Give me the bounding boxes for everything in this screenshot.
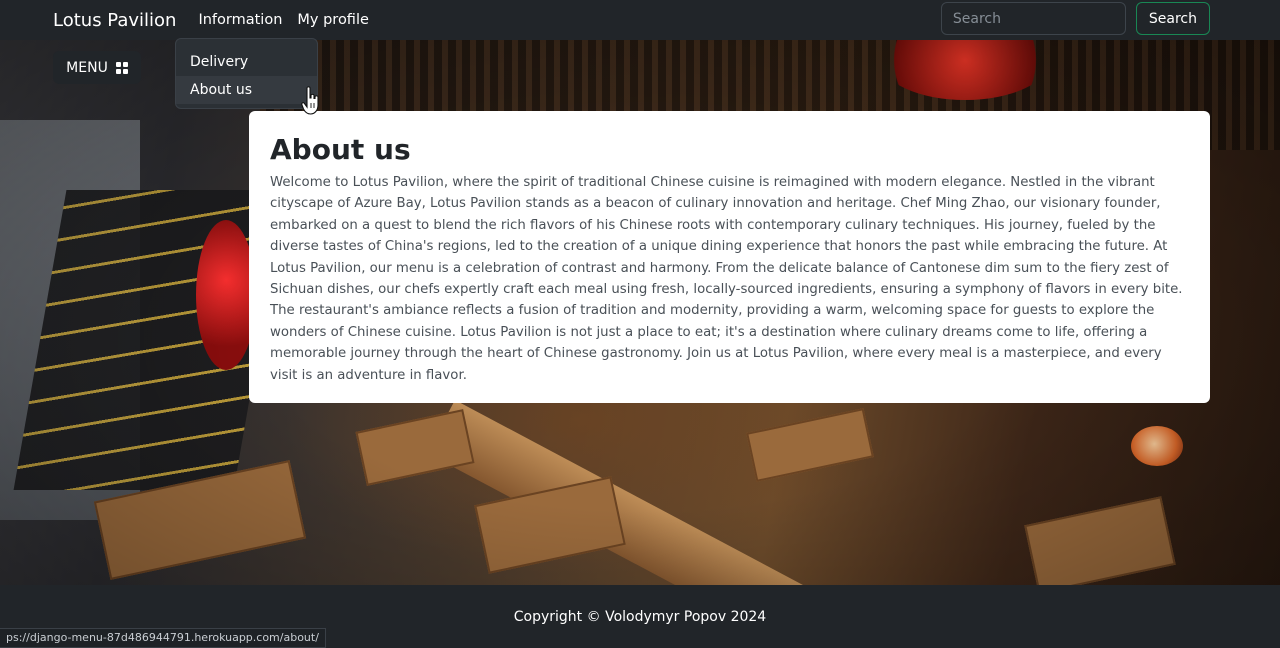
hand-pointer-icon (301, 86, 319, 115)
menu-button[interactable]: MENU (53, 51, 141, 84)
grid-icon (115, 61, 128, 74)
brand-link[interactable]: Lotus Pavilion (53, 10, 176, 31)
about-text: Welcome to Lotus Pavilion, where the spi… (270, 175, 1183, 383)
navbar: Lotus Pavilion Information My profile Se… (0, 0, 1280, 40)
information-dropdown-menu: Delivery About us (175, 38, 318, 109)
status-bar-url: ps://django-menu-87d486944791.herokuapp.… (0, 628, 326, 648)
search-form: Search (940, 2, 1210, 35)
dropdown-item-delivery[interactable]: Delivery (176, 48, 317, 76)
nav-link-my-profile[interactable]: My profile (297, 12, 369, 28)
nav-link-information[interactable]: Information (198, 12, 282, 28)
search-button[interactable]: Search (1135, 2, 1210, 35)
dropdown-item-about-us[interactable]: About us (176, 76, 317, 104)
about-card: About us Welcome to Lotus Pavilion, wher… (249, 111, 1210, 403)
page-title: About us (270, 133, 411, 166)
menu-button-label: MENU (66, 59, 108, 76)
search-input[interactable] (940, 2, 1126, 35)
copyright-text: Copyright © Volodymyr Popov 2024 (513, 608, 767, 625)
